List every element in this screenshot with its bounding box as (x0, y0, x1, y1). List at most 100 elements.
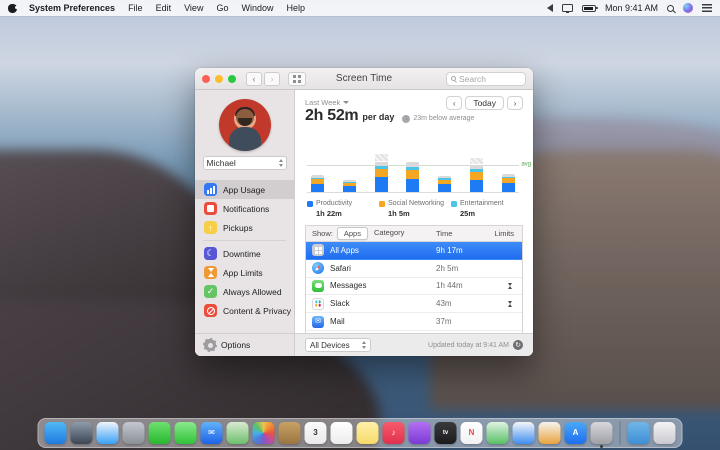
search-field[interactable] (446, 71, 526, 86)
legend-swatch (307, 200, 313, 207)
photos-dock-icon[interactable] (252, 422, 275, 444)
menu-item-file[interactable]: File (128, 3, 143, 13)
usage-headline: 2h 52m per day ↓ 23m below average (305, 107, 474, 125)
chart-bar-thu[interactable] (438, 175, 452, 192)
chart-bar-wed[interactable] (406, 162, 420, 192)
legend-row: Social Networking (379, 200, 451, 207)
segment-apps[interactable]: Apps (336, 227, 368, 240)
menu-clock[interactable]: Mon 9:41 AM (605, 3, 658, 13)
podcasts-dock-icon[interactable] (408, 422, 431, 444)
chart-bars (307, 152, 519, 192)
messages-dock-icon[interactable] (148, 422, 171, 444)
reminders-dock-icon[interactable] (330, 422, 353, 444)
sidebar-item-app-limits[interactable]: App Limits (195, 263, 294, 282)
close-button[interactable] (202, 74, 210, 83)
sidebar-item-downtime[interactable]: Downtime (195, 244, 294, 263)
table-row-slack[interactable]: Slack 43m (306, 295, 522, 314)
minimize-button[interactable] (215, 74, 223, 83)
legend-label: Social Networking (388, 200, 445, 207)
search-icon (451, 76, 456, 81)
next-day-button[interactable]: › (507, 96, 523, 110)
options-button[interactable]: Options (195, 333, 294, 356)
menu-item-view[interactable]: View (184, 3, 203, 13)
table-header: Show: Apps Category Time Limits (306, 226, 522, 242)
sidebar-item-content-privacy[interactable]: Content & Privacy (195, 301, 294, 320)
table-row-safari[interactable]: Safari 2h 5m (306, 260, 522, 278)
segment-category[interactable]: Category (368, 227, 410, 240)
chart-bar-sun[interactable] (311, 174, 324, 192)
maps-dock-icon[interactable] (226, 422, 249, 444)
spotlight-icon[interactable] (667, 4, 674, 12)
legend-value: 1h 5m (388, 209, 410, 218)
app-store-dock-icon[interactable]: A (564, 422, 587, 444)
apple-menu-icon[interactable] (8, 3, 18, 13)
pages-dock-icon[interactable] (538, 422, 561, 444)
average-line-label: avg (521, 161, 531, 168)
sidebar-item-always-allowed[interactable]: Always Allowed (195, 282, 294, 301)
main-content: Last Week ‹ Today › 2h 52m per day ↓ 23m… (295, 90, 533, 356)
mail-dock-icon[interactable]: ✉ (200, 422, 223, 444)
chart-bar-tue[interactable] (374, 153, 388, 192)
keynote-dock-icon[interactable] (512, 422, 535, 444)
user-select[interactable]: Michael (202, 156, 287, 170)
content-footer: All Devices Updated today at 9:41 AM ↻ (295, 333, 533, 356)
numbers-dock-icon[interactable] (486, 422, 509, 444)
system-preferences-dock-icon[interactable] (590, 422, 613, 448)
sidebar-item-app-usage[interactable]: App Usage (195, 180, 294, 199)
zoom-button[interactable] (228, 74, 236, 83)
menu-item-window[interactable]: Window (241, 3, 273, 13)
facetime-dock-icon[interactable] (174, 422, 197, 444)
news-dock-icon[interactable]: N (460, 422, 483, 444)
period-dropdown[interactable]: Last Week (305, 98, 350, 107)
segment-social-networking (374, 168, 388, 178)
safari-dock-icon[interactable] (96, 422, 119, 444)
battery-icon[interactable] (581, 4, 598, 12)
tv-dock-icon[interactable]: tv (434, 422, 457, 444)
app-usage-table: Show: Apps Category Time Limits All Apps 9… (305, 225, 523, 349)
calendar-dock-icon[interactable]: 3 (304, 422, 327, 444)
siri-icon[interactable] (683, 3, 693, 13)
notification-center-icon[interactable] (702, 4, 712, 12)
downloads-folder-dock-icon[interactable] (627, 422, 650, 444)
dock-icon-glyph: tv (442, 430, 449, 436)
search-input[interactable] (459, 73, 521, 84)
chart-bar-fri[interactable] (470, 157, 484, 192)
menu-item-help[interactable]: Help (286, 3, 305, 13)
music-dock-icon[interactable]: ♪ (382, 422, 405, 444)
legend-swatch (379, 200, 385, 207)
menu-item-go[interactable]: Go (216, 3, 228, 13)
updated-status: Updated today at 9:41 AM ↻ (428, 340, 523, 350)
table-row-all-apps[interactable]: All Apps 9h 17m (306, 242, 522, 260)
glyph (206, 185, 215, 194)
notes-dock-icon[interactable] (356, 422, 379, 444)
display-icon[interactable] (561, 4, 573, 13)
menu-item-edit[interactable]: Edit (156, 3, 172, 13)
mail-app-icon (312, 315, 324, 328)
table-row-mail[interactable]: Mail 37m (306, 313, 522, 331)
devices-select[interactable]: All Devices (305, 338, 371, 352)
table-row-messages[interactable]: Messages 1h 44m (306, 278, 522, 296)
window-titlebar[interactable]: ‹ › Screen Time (195, 68, 533, 90)
running-indicator (600, 445, 603, 448)
grid-icon (293, 74, 301, 83)
app-menu-title[interactable]: System Preferences (29, 3, 115, 13)
show-all-button[interactable] (288, 71, 306, 86)
refresh-icon[interactable]: ↻ (513, 340, 523, 350)
finder-dock-icon[interactable] (44, 422, 67, 444)
average-value: 2h 52m (305, 107, 359, 124)
launchpad-dock-icon[interactable] (70, 422, 93, 444)
square-icon (204, 202, 217, 215)
sidebar-item-notifications[interactable]: Notifications (195, 199, 294, 218)
trash-dock-icon[interactable] (653, 422, 676, 444)
back-button[interactable]: ‹ (246, 71, 262, 86)
sidebar-item-pickups[interactable]: Pickups (195, 218, 294, 237)
dock-icon-glyph: N (468, 428, 475, 437)
updated-text: Updated today at 9:41 AM (428, 341, 509, 349)
preview-dock-icon[interactable] (122, 422, 145, 444)
contacts-dock-icon[interactable] (278, 422, 301, 444)
volume-icon[interactable] (546, 4, 553, 12)
chart-bar-mon[interactable] (342, 180, 356, 192)
forward-button[interactable]: › (264, 71, 280, 86)
limit-hourglass-icon (508, 300, 512, 308)
chart-bar-sat[interactable] (501, 173, 515, 192)
